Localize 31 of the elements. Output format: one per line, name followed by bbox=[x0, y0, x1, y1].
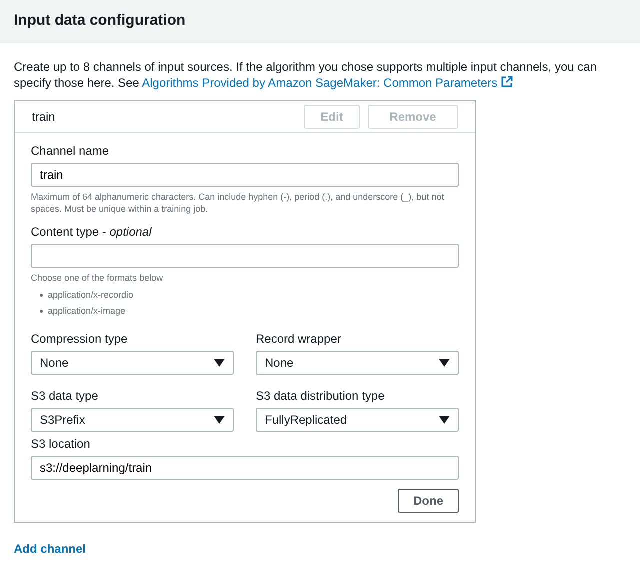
text-field[interactable]: train bbox=[31, 163, 459, 187]
dropdown[interactable]: S3Prefix bbox=[31, 408, 234, 432]
intro-paragraph: Create up to 8 channels of input sources. If the algorithm you chose supports multiple input channels, you can specify those here. See Algorithms Provided by Amazon SageMaker: Common Parameters bbox=[14, 60, 598, 90]
field-hint: Maximum of 64 alphanumeric characters. Can include hyphen (-), period (.), and underscore (_), but not spaces. Must be unique within a training job. bbox=[31, 191, 446, 215]
dropdown[interactable]: FullyReplicated bbox=[256, 408, 459, 432]
add-channel-link[interactable]: Add channel bbox=[14, 540, 86, 558]
done-button[interactable]: Done bbox=[398, 489, 459, 513]
text-field[interactable]: s3://deeplarning/train bbox=[31, 456, 459, 480]
external-link-icon bbox=[500, 76, 513, 88]
dropdown[interactable]: None bbox=[31, 351, 234, 375]
field-label: Record wrapper bbox=[256, 331, 342, 347]
bullet-icon bbox=[40, 310, 43, 312]
field-label: S3 location bbox=[31, 436, 92, 452]
field-label: Compression type bbox=[31, 331, 129, 347]
field-label: Content type - optional bbox=[31, 224, 153, 240]
caret-down-icon bbox=[214, 359, 225, 367]
field-label: S3 data type bbox=[31, 388, 100, 404]
channel-title: train bbox=[32, 108, 56, 126]
field-label: S3 data distribution type bbox=[256, 388, 386, 404]
docs-link[interactable]: Algorithms Provided by Amazon SageMaker: Common Parameters bbox=[142, 76, 513, 90]
caret-down-icon bbox=[439, 359, 450, 367]
caret-down-icon bbox=[439, 416, 450, 424]
format-item: application/x-image bbox=[48, 305, 126, 318]
caret-down-icon bbox=[214, 416, 225, 424]
field-hint: Choose one of the formats below bbox=[31, 272, 164, 284]
text-field[interactable] bbox=[31, 244, 459, 268]
format-item: application/x-recordio bbox=[48, 289, 134, 302]
dropdown[interactable]: None bbox=[256, 351, 459, 375]
section-title: Input data configuration bbox=[14, 10, 186, 31]
field-label: Channel name bbox=[31, 143, 110, 159]
bullet-icon bbox=[40, 294, 43, 296]
